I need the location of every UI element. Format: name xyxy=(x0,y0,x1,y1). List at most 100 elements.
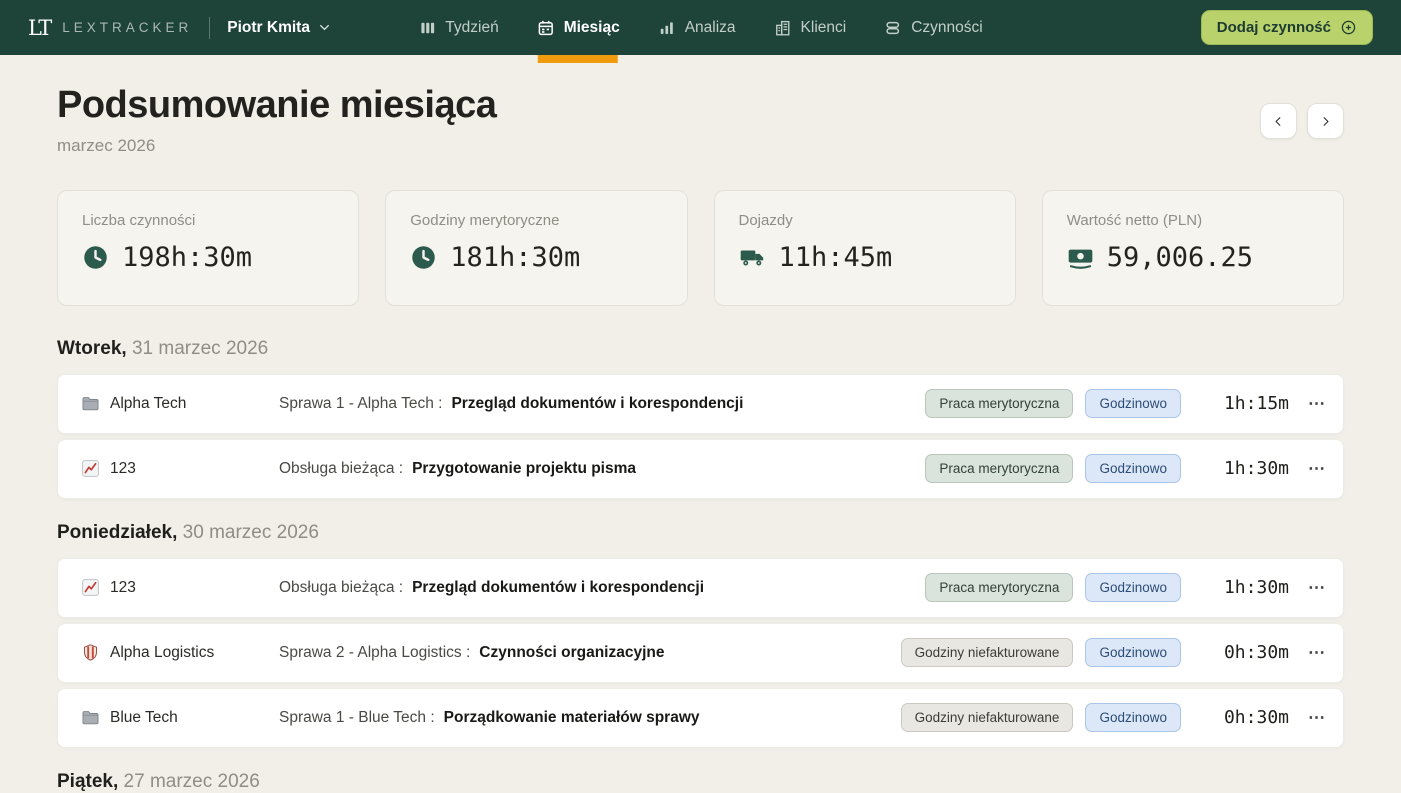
case-label: Obsługa bieżąca : xyxy=(279,460,403,478)
stat-value: 59,006.25 xyxy=(1107,242,1253,273)
tag-badge: Praca merytoryczna xyxy=(925,454,1073,483)
action-label: Czynności organizacyjne xyxy=(479,644,664,662)
case-label: Sprawa 1 - Blue Tech : xyxy=(279,709,435,727)
day-name: Poniedziałek, xyxy=(57,522,177,543)
day-heading: Piątek, 27 marzec 2026 xyxy=(57,771,1344,793)
day-date: 30 marzec 2026 xyxy=(183,522,319,543)
day-date: 27 marzec 2026 xyxy=(124,771,260,792)
tag-badge: Godziny niefakturowane xyxy=(901,703,1074,732)
action-label: Przegląd dokumentów i korespondencji xyxy=(412,579,704,597)
stat-card: Wartość netto (PLN) 59,006.25 xyxy=(1042,190,1344,306)
chart-up-icon xyxy=(81,459,100,478)
chevron-down-icon xyxy=(318,21,331,34)
brand-logo: LT LEXTRACKER xyxy=(28,16,192,40)
day-list: Wtorek, 31 marzec 2026 Alpha Tech Sprawa… xyxy=(57,338,1344,793)
action-label: Przegląd dokumentów i korespondencji xyxy=(451,395,743,413)
building-icon xyxy=(774,19,792,37)
user-menu[interactable]: Piotr Kmita xyxy=(227,19,331,37)
topbar-divider xyxy=(209,17,210,39)
bar-chart-icon xyxy=(658,19,676,37)
tab-klienci[interactable]: Klienci xyxy=(774,0,847,55)
title-row: Podsumowanie miesiąca marzec 2026 xyxy=(57,85,1344,156)
day-heading: Poniedziałek, 30 marzec 2026 xyxy=(57,522,1344,544)
prev-month-button[interactable] xyxy=(1260,103,1297,139)
tab-czynności[interactable]: Czynności xyxy=(884,0,983,55)
top-bar: LT LEXTRACKER Piotr Kmita Tydzień Miesią… xyxy=(0,0,1401,55)
tab-label: Analiza xyxy=(685,19,736,37)
row-menu-button[interactable]: ⋯ xyxy=(1289,643,1325,663)
chevron-left-icon xyxy=(1272,115,1285,128)
stat-label: Godziny merytoryczne xyxy=(410,212,662,229)
client-cell: Blue Tech xyxy=(81,708,279,727)
row-menu-button[interactable]: ⋯ xyxy=(1289,708,1325,728)
case-label: Sprawa 1 - Alpha Tech : xyxy=(279,395,442,413)
folder-icon xyxy=(81,708,100,727)
client-name: 123 xyxy=(110,579,136,597)
day-entries: Alpha Tech Sprawa 1 - Alpha Tech : Przeg… xyxy=(57,374,1344,499)
billing-badge: Godzinowo xyxy=(1085,573,1181,602)
month-summary-page: Podsumowanie miesiąca marzec 2026 Liczba… xyxy=(0,85,1401,793)
user-name: Piotr Kmita xyxy=(227,19,310,37)
activity-row[interactable]: Blue Tech Sprawa 1 - Blue Tech : Porządk… xyxy=(57,688,1344,748)
tab-miesiąc[interactable]: Miesiąc xyxy=(537,0,620,55)
stat-value: 11h:45m xyxy=(779,242,893,273)
stat-card: Liczba czynności 198h:30m xyxy=(57,190,359,306)
client-name: 123 xyxy=(110,460,136,478)
day-entries: 123 Obsługa bieżąca : Przegląd dokumentó… xyxy=(57,558,1344,748)
chevron-right-icon xyxy=(1319,115,1332,128)
page-title: Podsumowanie miesiąca xyxy=(57,85,496,127)
case-label: Obsługa bieżąca : xyxy=(279,579,403,597)
stat-card: Dojazdy 11h:45m xyxy=(714,190,1016,306)
stat-card: Godziny merytoryczne 181h:30m xyxy=(385,190,687,306)
action-label: Porządkowanie materiałów sprawy xyxy=(444,709,700,727)
description-cell: Sprawa 1 - Alpha Tech : Przegląd dokumen… xyxy=(279,395,925,413)
brand-name: LEXTRACKER xyxy=(62,20,192,35)
month-pager xyxy=(1260,103,1344,156)
page-subtitle: marzec 2026 xyxy=(57,136,496,156)
week-columns-icon xyxy=(418,19,436,37)
tab-analiza[interactable]: Analiza xyxy=(658,0,736,55)
duration: 1h:15m xyxy=(1181,393,1289,414)
billing-badge: Godzinowo xyxy=(1085,389,1181,418)
stat-label: Wartość netto (PLN) xyxy=(1067,212,1319,229)
description-cell: Obsługa bieżąca : Przygotowanie projektu… xyxy=(279,460,925,478)
tab-tydzień[interactable]: Tydzień xyxy=(418,0,498,55)
client-cell: 123 xyxy=(81,459,279,478)
client-cell: Alpha Logistics xyxy=(81,643,279,662)
row-menu-button[interactable]: ⋯ xyxy=(1289,394,1325,414)
tag-badge: Praca merytoryczna xyxy=(925,573,1073,602)
row-menu-button[interactable]: ⋯ xyxy=(1289,578,1325,598)
client-name: Blue Tech xyxy=(110,709,178,727)
duration: 0h:30m xyxy=(1181,707,1289,728)
day-section: Piątek, 27 marzec 2026 xyxy=(57,771,1344,793)
row-menu-button[interactable]: ⋯ xyxy=(1289,459,1325,479)
activity-row[interactable]: Alpha Logistics Sprawa 2 - Alpha Logisti… xyxy=(57,623,1344,683)
stat-value: 198h:30m xyxy=(122,242,252,273)
tab-label: Miesiąc xyxy=(564,19,620,37)
main-nav: Tydzień Miesiąc Analiza Klienci Czynnośc… xyxy=(418,0,982,55)
description-cell: Sprawa 2 - Alpha Logistics : Czynności o… xyxy=(279,644,901,662)
add-activity-button[interactable]: Dodaj czynność xyxy=(1201,10,1373,45)
description-cell: Obsługa bieżąca : Przegląd dokumentów i … xyxy=(279,579,925,597)
activity-row[interactable]: 123 Obsługa bieżąca : Przygotowanie proj… xyxy=(57,439,1344,499)
day-name: Wtorek, xyxy=(57,338,127,359)
truck-icon xyxy=(739,244,766,271)
stat-label: Dojazdy xyxy=(739,212,991,229)
next-month-button[interactable] xyxy=(1307,103,1344,139)
clock-icon xyxy=(410,244,437,271)
stat-cards: Liczba czynności 198h:30m Godziny meryto… xyxy=(57,190,1344,306)
clock-icon xyxy=(82,244,109,271)
activity-row[interactable]: Alpha Tech Sprawa 1 - Alpha Tech : Przeg… xyxy=(57,374,1344,434)
activity-row[interactable]: 123 Obsługa bieżąca : Przegląd dokumentó… xyxy=(57,558,1344,618)
tag-badge: Praca merytoryczna xyxy=(925,389,1073,418)
client-cell: Alpha Tech xyxy=(81,394,279,413)
day-section: Wtorek, 31 marzec 2026 Alpha Tech Sprawa… xyxy=(57,338,1344,499)
duration: 0h:30m xyxy=(1181,642,1289,663)
client-cell: 123 xyxy=(81,578,279,597)
client-name: Alpha Logistics xyxy=(110,644,214,662)
day-heading: Wtorek, 31 marzec 2026 xyxy=(57,338,1344,360)
stat-label: Liczba czynności xyxy=(82,212,334,229)
shield-icon xyxy=(81,643,100,662)
description-cell: Sprawa 1 - Blue Tech : Porządkowanie mat… xyxy=(279,709,901,727)
tab-label: Klienci xyxy=(801,19,847,37)
